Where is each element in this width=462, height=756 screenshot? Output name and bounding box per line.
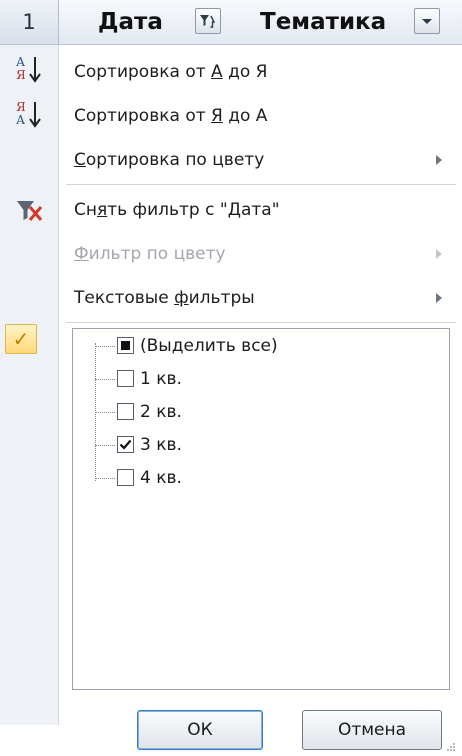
submenu-arrow-icon xyxy=(436,293,442,303)
submenu-arrow-icon xyxy=(436,155,442,165)
checkbox-checked[interactable] xyxy=(117,436,134,453)
menu-text-filters-label: Текстовые фильтры xyxy=(74,288,255,308)
list-item-label: 3 кв. xyxy=(140,435,182,455)
menu-text-filters[interactable]: Текстовые фильтры xyxy=(58,276,462,320)
menu-separator xyxy=(66,184,456,185)
menu-sort-ascending[interactable]: Сортировка от А до Я xyxy=(58,50,462,94)
column-title-theme: Тематика xyxy=(260,9,387,35)
checkbox-partial[interactable] xyxy=(117,337,134,354)
menu-icon-gutter xyxy=(0,45,59,725)
svg-text:А: А xyxy=(16,55,25,69)
sort-a-z-icon: А Я xyxy=(16,55,41,83)
dropdown-arrow-icon xyxy=(422,19,432,24)
tree-connector xyxy=(95,445,115,446)
column-header-row: 1 Дата Тематика xyxy=(0,0,462,45)
checkbox[interactable] xyxy=(117,403,134,420)
list-item-label: 4 кв. xyxy=(140,468,182,488)
menu-clear-filter-label: Снять фильтр с "Дата" xyxy=(74,200,280,220)
check-icon xyxy=(119,439,132,450)
menu-sort-descending[interactable]: Сортировка от Я до А xyxy=(58,94,462,138)
sort-z-a-icon: Я А xyxy=(16,100,41,128)
svg-text:Я: Я xyxy=(16,68,26,82)
list-item[interactable]: 1 кв. xyxy=(95,364,435,394)
list-item-label: 1 кв. xyxy=(140,369,182,389)
submenu-arrow-icon xyxy=(436,249,442,259)
menu-sort-ascending-label: Сортировка от А до Я xyxy=(74,62,268,82)
list-item-label: 2 кв. xyxy=(140,402,182,422)
tree-connector xyxy=(95,478,115,479)
menu-filter-by-color-label: Фильтр по цвету xyxy=(74,244,226,264)
filter-values-list[interactable]: (Выделить все) 1 кв. 2 кв. 3 кв. 4 кв. xyxy=(72,328,450,690)
menu-clear-filter[interactable]: Снять фильтр с "Дата" xyxy=(58,188,462,232)
list-item-select-all[interactable]: (Выделить все) xyxy=(95,331,435,361)
resize-grip-icon[interactable] xyxy=(446,742,456,752)
checkbox[interactable] xyxy=(117,469,134,486)
clear-filter-icon xyxy=(17,201,43,221)
tree-connector xyxy=(95,379,115,380)
checkmark-icon: ✓ xyxy=(5,324,37,354)
checkbox[interactable] xyxy=(117,370,134,387)
row-number: 1 xyxy=(0,0,59,44)
menu-filter-by-color: Фильтр по цвету xyxy=(58,232,462,276)
theme-dropdown-button[interactable] xyxy=(414,8,440,34)
tree-connector xyxy=(95,346,115,347)
date-filter-button[interactable] xyxy=(195,8,221,34)
cancel-button[interactable]: Отмена xyxy=(302,710,442,750)
list-item[interactable]: 3 кв. xyxy=(95,430,435,460)
list-item[interactable]: 2 кв. xyxy=(95,397,435,427)
svg-text:А: А xyxy=(16,113,25,127)
menu-sort-by-color-label: Сортировка по цвету xyxy=(74,150,265,170)
filter-active-icon xyxy=(200,15,216,28)
ok-button[interactable]: ОК xyxy=(137,710,263,750)
menu-separator xyxy=(66,322,456,323)
list-item[interactable]: 4 кв. xyxy=(95,463,435,493)
svg-text:Я: Я xyxy=(16,100,26,114)
column-title-date: Дата xyxy=(98,9,163,35)
menu-sort-by-color[interactable]: Сортировка по цвету xyxy=(58,138,462,182)
list-item-label: (Выделить все) xyxy=(140,336,278,356)
tree-connector xyxy=(95,412,115,413)
menu-sort-descending-label: Сортировка от Я до А xyxy=(74,106,268,126)
